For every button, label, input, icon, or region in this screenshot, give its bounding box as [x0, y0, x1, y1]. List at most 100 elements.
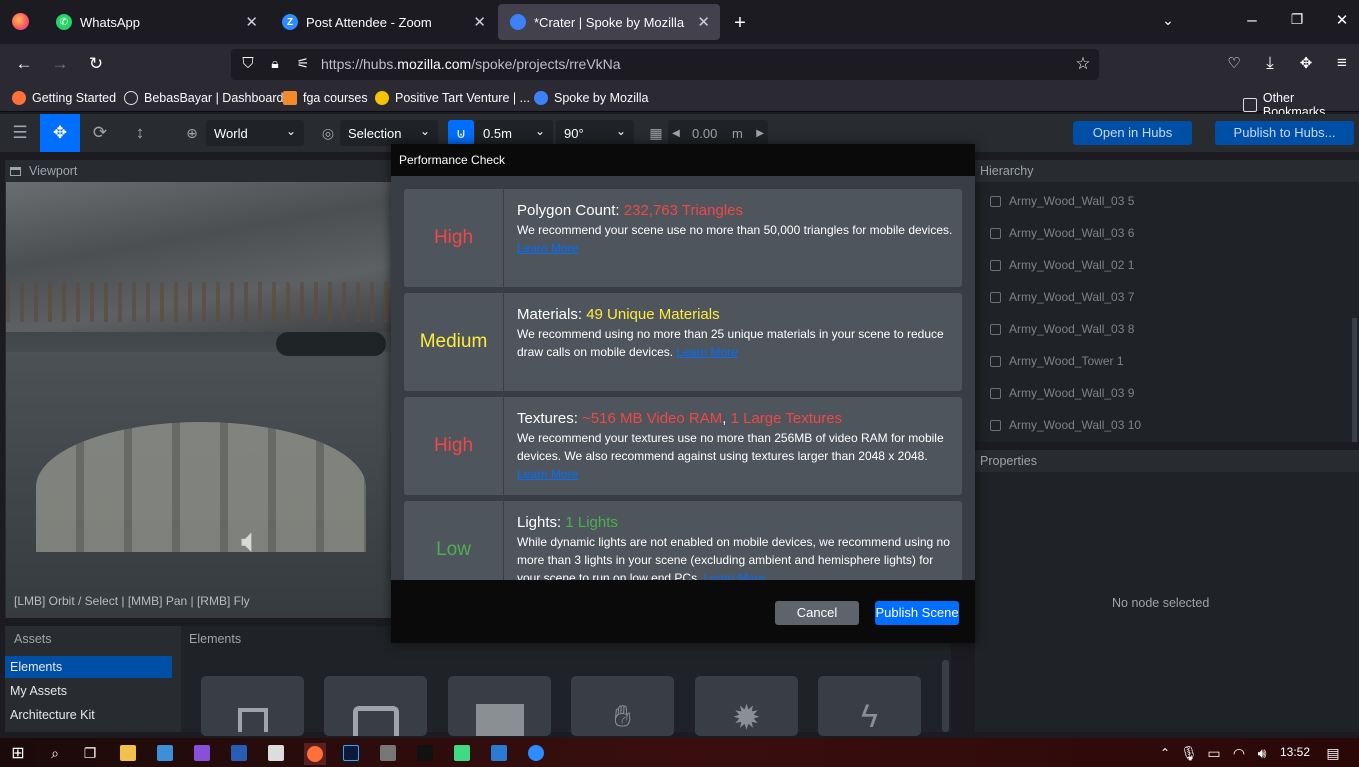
box-icon: [352, 706, 399, 736]
word-icon[interactable]: [229, 743, 249, 763]
bookmark-positive-tart[interactable]: Positive Tart Venture | ...: [375, 91, 530, 105]
asset-item-architecture-kit[interactable]: Architecture Kit: [5, 704, 172, 726]
learn-more-link[interactable]: Learn More: [517, 467, 578, 481]
open-in-hubs-button[interactable]: Open in Hubs: [1073, 121, 1192, 145]
asset-item-my-assets[interactable]: My Assets: [5, 680, 172, 702]
hierarchy-item[interactable]: Army_Wood_Wall_03 9: [990, 386, 1134, 400]
reload-icon[interactable]: ↻: [84, 54, 108, 74]
shield-icon[interactable]: ⛉: [236, 55, 260, 72]
android-studio-icon[interactable]: [452, 743, 472, 763]
pivot-select[interactable]: Selection ⌄: [340, 120, 438, 146]
battery-icon[interactable]: ▭: [1204, 743, 1224, 763]
volume-icon[interactable]: 🔊︎: [1252, 743, 1272, 763]
menu-icon[interactable]: ≡: [1330, 53, 1354, 73]
hierarchy-item[interactable]: Army_Wood_Wall_03 5: [990, 194, 1134, 208]
element-tile-box[interactable]: [324, 676, 427, 736]
hierarchy-item[interactable]: Army_Wood_Tower 1: [990, 354, 1124, 368]
space-select[interactable]: World ⌄: [206, 120, 304, 146]
element-tile-model[interactable]: [201, 676, 304, 736]
firefox-taskbar-icon[interactable]: [304, 743, 326, 765]
notifications-icon[interactable]: ▤: [1323, 743, 1343, 763]
scale-tool-icon[interactable]: ↕: [120, 114, 160, 152]
bookmark-spoke[interactable]: Spoke by Mozilla: [534, 91, 649, 105]
microphone-icon[interactable]: 🎙︎: [1179, 743, 1199, 763]
hierarchy-item[interactable]: Army_Wood_Wall_03 10: [990, 418, 1141, 432]
wifi-icon[interactable]: ◠: [1229, 743, 1249, 763]
bookmark-star-icon[interactable]: ☆: [1071, 54, 1095, 74]
close-icon[interactable]: ✕: [245, 13, 258, 31]
permissions-icon[interactable]: ⚟: [291, 55, 315, 72]
restore-icon[interactable]: ❐: [1285, 11, 1309, 28]
element-tile-spawn[interactable]: ✋︎: [571, 676, 674, 736]
tart-icon: [375, 91, 389, 105]
new-tab-icon[interactable]: +: [728, 12, 752, 35]
forward-icon[interactable]: →: [48, 54, 72, 74]
cancel-button[interactable]: Cancel: [775, 601, 859, 625]
hierarchy-scrollbar[interactable]: [1352, 318, 1357, 442]
clock[interactable]: 13:52: [1280, 745, 1310, 759]
hamburger-menu-icon[interactable]: ☰: [0, 114, 40, 152]
downloads-icon[interactable]: ⤓: [1258, 53, 1282, 73]
photoshop-icon[interactable]: [341, 743, 361, 763]
element-tile-trigger[interactable]: ϟ: [818, 676, 921, 736]
bookmark-getting-started[interactable]: Getting Started: [12, 91, 116, 105]
close-icon[interactable]: ✕: [473, 13, 486, 31]
rotate-tool-icon[interactable]: ⟳: [80, 114, 120, 152]
snap-value: 0.5m: [483, 125, 512, 141]
hierarchy-item-label: Army_Wood_Wall_03 6: [1009, 226, 1135, 240]
asset-item-elements[interactable]: Elements: [5, 656, 172, 678]
control-panel-icon[interactable]: [155, 743, 175, 763]
tab-whatsapp[interactable]: ✆ WhatsApp ✕: [44, 4, 268, 40]
audio-source-icon[interactable]: 🔈︎: [241, 522, 261, 561]
snap-distance-select[interactable]: 0.5m ⌄: [475, 120, 553, 146]
unity-icon[interactable]: [266, 743, 286, 763]
lock-icon[interactable]: 🔒︎: [263, 55, 287, 72]
decrement-icon[interactable]: ◀: [668, 128, 684, 139]
zoom-taskbar-icon[interactable]: [526, 743, 546, 763]
bookmark-bebasbayar[interactable]: BebasBayar | Dashboard: [124, 91, 283, 105]
bookmark-fga[interactable]: fga courses: [283, 91, 368, 105]
extensions-icon[interactable]: ✥: [1294, 54, 1318, 72]
hierarchy-item-label: Army_Wood_Wall_03 7: [1009, 290, 1135, 304]
task-view-icon[interactable]: ❐: [80, 743, 100, 763]
element-tile-image[interactable]: [448, 676, 551, 736]
hierarchy-item-label: Army_Wood_Wall_02 1: [1009, 258, 1135, 272]
firefox-menu-icon[interactable]: [12, 13, 29, 30]
close-icon[interactable]: ✕: [697, 13, 710, 31]
check-value: 49 Unique Materials: [586, 306, 720, 323]
tab-spoke[interactable]: *Crater | Spoke by Mozilla ✕: [498, 4, 720, 40]
hierarchy-item[interactable]: Army_Wood_Wall_03 7: [990, 290, 1134, 304]
hierarchy-item[interactable]: Army_Wood_Wall_02 1: [990, 258, 1134, 272]
photos-icon[interactable]: [489, 743, 509, 763]
url-text[interactable]: https://hubs.mozilla.com/spoke/projects/…: [321, 56, 621, 72]
check-value-secondary: 1 Large Textures: [730, 410, 843, 427]
elements-scrollbar[interactable]: [942, 660, 949, 732]
close-window-icon[interactable]: ✕: [1330, 11, 1354, 29]
hierarchy-item[interactable]: Army_Wood_Wall_03 6: [990, 226, 1134, 240]
search-icon[interactable]: ⌕: [45, 743, 65, 763]
3d-scene-canvas[interactable]: 🔈︎: [6, 182, 392, 618]
translate-tool-icon[interactable]: ✥: [40, 114, 80, 152]
minimize-icon[interactable]: –: [1240, 10, 1264, 30]
snap-rotation-select[interactable]: 90° ⌄: [556, 120, 634, 146]
file-explorer-icon[interactable]: [118, 743, 138, 763]
publish-to-hubs-button[interactable]: Publish to Hubs...: [1215, 121, 1354, 145]
element-tile-light[interactable]: ✹: [695, 676, 798, 737]
app-icon[interactable]: [378, 743, 398, 763]
grid-height-input[interactable]: ◀ 0.00 m ▶: [668, 120, 768, 146]
capcut-icon[interactable]: [415, 743, 435, 763]
list-tabs-icon[interactable]: ⌄: [1156, 12, 1180, 29]
learn-more-link[interactable]: Learn More: [676, 345, 737, 359]
chevron-up-icon[interactable]: ⌃: [1155, 743, 1175, 763]
learn-more-link[interactable]: Learn More: [517, 241, 578, 255]
tab-zoom[interactable]: Z Post Attendee - Zoom ✕: [270, 4, 496, 40]
learn-more-link[interactable]: Learn More: [704, 571, 765, 580]
pocket-icon[interactable]: ♡: [1222, 54, 1246, 72]
increment-icon[interactable]: ▶: [756, 128, 764, 139]
publish-scene-button[interactable]: Publish Scene: [875, 601, 959, 625]
snap-magnet-icon[interactable]: ⊍: [448, 120, 474, 146]
visual-studio-icon[interactable]: [192, 743, 212, 763]
windows-start-icon[interactable]: ⊞: [8, 743, 28, 763]
hierarchy-item[interactable]: Army_Wood_Wall_03 8: [990, 322, 1134, 336]
back-icon[interactable]: ←: [12, 54, 36, 74]
